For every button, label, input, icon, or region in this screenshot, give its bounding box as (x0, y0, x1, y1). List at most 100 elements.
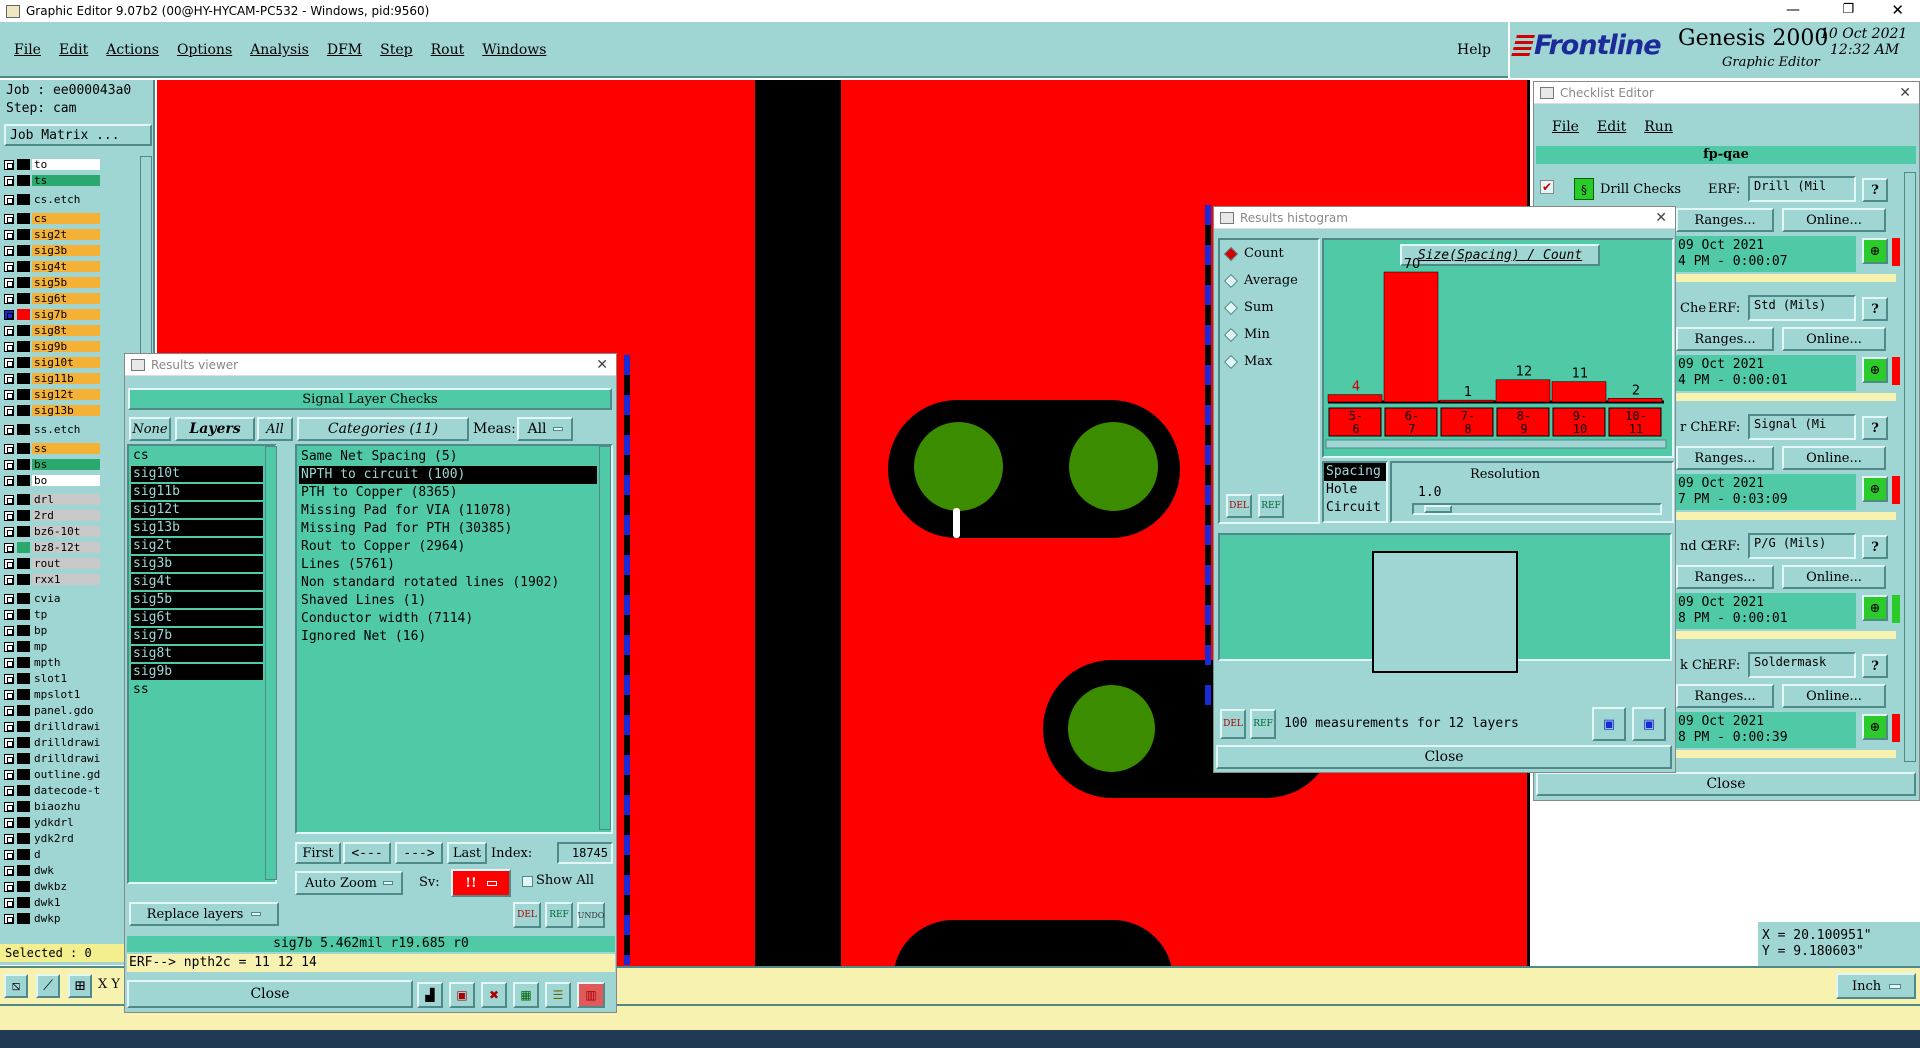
del-icon[interactable]: DEL (1220, 709, 1246, 739)
remove-icon[interactable]: ✖ (481, 982, 507, 1008)
layer-row[interactable]: d (4, 848, 124, 861)
layer-row[interactable]: ss.etch (4, 423, 124, 436)
erf-field[interactable]: Drill (Mil (1748, 176, 1856, 202)
layer-checkbox[interactable] (4, 817, 14, 828)
view-results-icon[interactable]: ⊕ (1862, 476, 1888, 502)
layer-checkbox[interactable] (4, 689, 14, 700)
layer-row[interactable]: ydk2rd (4, 832, 124, 845)
result-layer-item[interactable]: sig5b (131, 592, 263, 608)
category-item[interactable]: NPTH to circuit (100) (299, 466, 597, 484)
result-layer-item[interactable]: sig6t (131, 610, 263, 626)
online-button[interactable]: Online... (1782, 208, 1886, 232)
layer-checkbox[interactable] (4, 459, 14, 470)
layer-checkbox[interactable] (4, 753, 14, 764)
layer-row[interactable]: bs (4, 458, 124, 471)
menu-item[interactable]: Step (380, 42, 412, 58)
restore-icon[interactable]: ❐ (1842, 2, 1854, 17)
layer-checkbox[interactable] (4, 574, 14, 585)
checklist-menu-item[interactable]: Run (1644, 119, 1673, 135)
spacing-type-item[interactable]: Hole (1324, 481, 1386, 499)
spacing-type-item[interactable]: Spacing (1324, 463, 1386, 481)
layer-checkbox[interactable] (4, 443, 14, 454)
result-layer-item[interactable]: sig3b (131, 556, 263, 572)
layers-scrollbar[interactable] (265, 446, 277, 880)
layer-row[interactable]: sig10t (4, 356, 124, 369)
ranges-button[interactable]: Ranges... (1676, 208, 1774, 232)
erf-help-button[interactable]: ? (1862, 416, 1888, 440)
layer-row[interactable]: tp (4, 608, 124, 621)
layer-row[interactable]: dwk1 (4, 896, 124, 909)
layer-row[interactable]: bp (4, 624, 124, 637)
index-field[interactable]: 18745 (557, 842, 613, 864)
chart-print-icon[interactable]: ▣ (1632, 707, 1666, 741)
category-item[interactable]: Shaved Lines (1) (299, 592, 597, 610)
histogram-bar[interactable] (1439, 399, 1495, 403)
checklist-scrollbar[interactable] (1904, 172, 1916, 762)
first-button[interactable]: First (295, 842, 341, 864)
view-results-icon[interactable]: ⊕ (1862, 714, 1888, 740)
ref-icon[interactable]: REF (545, 902, 573, 928)
online-button[interactable]: Online... (1782, 565, 1886, 589)
job-matrix-button[interactable]: Job Matrix ... (4, 124, 152, 146)
erf-help-button[interactable]: ? (1862, 535, 1888, 559)
view-results-icon[interactable]: ⊕ (1862, 595, 1888, 621)
layer-row[interactable]: panel.gdo (4, 704, 124, 717)
resolution-slider[interactable] (1412, 503, 1662, 515)
layer-checkbox[interactable] (4, 373, 14, 384)
layer-checkbox[interactable] (4, 213, 14, 224)
result-layer-item[interactable]: sig10t (131, 466, 263, 482)
checklist-close-button[interactable]: Close (1536, 772, 1916, 796)
layer-checkbox[interactable] (4, 641, 14, 652)
view-results-icon[interactable]: ⊕ (1862, 238, 1888, 264)
layer-checkbox[interactable] (4, 609, 14, 620)
layer-row[interactable]: sig11b (4, 372, 124, 385)
layer-row[interactable]: ss (4, 442, 124, 455)
layer-checkbox[interactable] (4, 542, 14, 553)
ranges-button[interactable]: Ranges... (1676, 565, 1774, 589)
layer-checkbox[interactable] (4, 194, 14, 205)
histogram-option[interactable]: Average (1223, 273, 1298, 288)
menu-item[interactable]: Rout (431, 42, 465, 58)
results-close-button[interactable]: Close (127, 980, 413, 1008)
layer-checkbox[interactable] (4, 865, 14, 876)
ref-icon[interactable]: REF (1250, 709, 1276, 739)
menu-item[interactable]: Actions (106, 42, 159, 58)
layer-row[interactable]: biaozhu (4, 800, 124, 813)
layer-row[interactable]: to (4, 158, 124, 171)
chart-export-icon[interactable]: ▣ (1592, 707, 1626, 741)
layer-checkbox[interactable] (4, 229, 14, 240)
result-layer-item[interactable]: ss (131, 682, 263, 698)
layer-checkbox[interactable] (4, 475, 14, 486)
layer-row[interactable]: dwkbz (4, 880, 124, 893)
category-item[interactable]: Ignored Net (16) (299, 628, 597, 646)
layer-checkbox[interactable] (4, 494, 14, 505)
menu-item[interactable]: Windows (482, 42, 546, 58)
menu-item[interactable]: Analysis (250, 42, 309, 58)
units-select[interactable]: Inch (1836, 973, 1916, 999)
last-button[interactable]: Last (447, 842, 487, 864)
severity-select[interactable]: !! (451, 869, 511, 897)
result-layer-item[interactable]: sig7b (131, 628, 263, 644)
layer-checkbox[interactable] (4, 769, 14, 780)
view-results-icon[interactable]: ⊕ (1862, 357, 1888, 383)
layer-checkbox[interactable] (4, 389, 14, 400)
histogram-close-button[interactable]: Close (1216, 745, 1672, 769)
menu-item[interactable]: Options (177, 42, 232, 58)
layer-checkbox[interactable] (4, 913, 14, 924)
layer-row[interactable]: ts (4, 174, 124, 187)
erf-help-button[interactable]: ? (1862, 654, 1888, 678)
layer-checkbox[interactable] (4, 625, 14, 636)
result-layer-item[interactable]: sig11b (131, 484, 263, 500)
layer-row[interactable]: bz6-10t (4, 525, 124, 538)
result-layer-item[interactable]: sig4t (131, 574, 263, 590)
result-layer-item[interactable]: sig2t (131, 538, 263, 554)
layer-checkbox[interactable] (4, 881, 14, 892)
layer-row[interactable]: bz8-12t (4, 541, 124, 554)
layer-row[interactable]: rout (4, 557, 124, 570)
histogram-bar[interactable] (1327, 394, 1383, 403)
layer-checkbox[interactable] (4, 897, 14, 908)
category-item[interactable]: Lines (5761) (299, 556, 597, 574)
category-item[interactable]: Non standard rotated lines (1902) (299, 574, 597, 592)
layer-row[interactable]: mp (4, 640, 124, 653)
layer-row[interactable]: slot1 (4, 672, 124, 685)
